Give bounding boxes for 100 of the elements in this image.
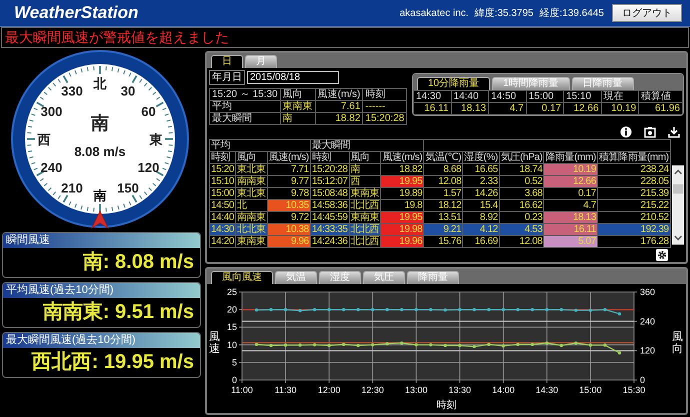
data-point (414, 343, 418, 346)
table-cell: 4.53 (499, 224, 544, 236)
column-header: 14:30 (414, 90, 452, 102)
table-row[interactable]: 15:00 東北東 9.78 15:08:48 東南東 19.89 1.57 14.26 3.68 0.17 215.39 (210, 188, 670, 200)
axis-label: 13:00 (404, 385, 428, 395)
axis-label: 15 (226, 322, 237, 332)
table-row[interactable]: 15:20 東北東 7.71 15:20:28 南 18.82 8.68 16.65 18.74 10.19 238.24 (210, 164, 670, 176)
data-point (386, 308, 389, 312)
data-point (560, 308, 563, 312)
table-cell: 2.33 (462, 176, 500, 188)
column-header: 時刻 (310, 152, 350, 164)
table-cell: 平均 (210, 100, 280, 112)
column-header: 時刻 (362, 88, 407, 100)
dial-label: 60 (141, 104, 156, 119)
dial-label: 南 (94, 188, 106, 203)
column-header: 時刻 (210, 152, 236, 164)
axis-title: 風速 (209, 330, 220, 356)
axis-label: 11:00 (231, 385, 253, 395)
table-cell: 15:20 (210, 164, 236, 176)
axis-label: 10 (226, 340, 237, 350)
table-cell: 0.17 (544, 188, 598, 200)
date-field[interactable]: 2015/08/18 (247, 71, 339, 84)
data-point (444, 344, 447, 348)
table-cell: 東南東 (280, 100, 316, 112)
table-cell: 19.95 (380, 176, 424, 188)
table-row[interactable]: 14:50 北 10.35 14:58:36 北北西 19.8 18.12 15.4 16.62 4.7 215.22 (210, 200, 670, 212)
data-point (400, 341, 404, 345)
period-tab[interactable]: 日 (211, 55, 243, 68)
table-cell: 16.11 (544, 224, 598, 236)
wind-direction: 南 (91, 113, 109, 133)
settings-icon[interactable] (656, 249, 668, 261)
data-point (574, 308, 578, 312)
column-header: 15:10 (564, 90, 602, 102)
table-row[interactable]: 14:20 東南東 9.96 14:24:36 北北西 19.96 15.76 16.69 12.08 5.07 176.28 (210, 236, 670, 248)
column-header: 湿度(%) (462, 152, 500, 164)
column-header: 積算値 (638, 90, 682, 102)
column-header: 15:20 ～ 15:30 (210, 88, 280, 100)
logout-button[interactable]: ログアウト (612, 4, 682, 22)
axis-label: 25 (226, 287, 237, 297)
scrollbar[interactable] (672, 163, 684, 247)
table-cell: 16.69 (462, 236, 500, 248)
camera-icon[interactable] (644, 126, 656, 138)
table-cell: 18.82 (315, 112, 363, 124)
table-cell: 東北東 (236, 164, 268, 176)
column-header: 15:00 (526, 90, 564, 102)
data-point (371, 308, 374, 312)
data-point (429, 308, 432, 312)
column-group-header: 最大瞬間 (310, 140, 424, 152)
data-point (530, 342, 534, 346)
table-cell: 0.17 (526, 102, 564, 114)
table-cell: 18.13 (544, 212, 598, 224)
axis-label: 12:00 (318, 385, 340, 395)
data-point (588, 344, 592, 347)
table-cell: 16.65 (462, 164, 500, 176)
data-point (603, 308, 607, 312)
dial-label: 240 (40, 160, 62, 175)
longitude-text: 経度:139.6445 (540, 6, 604, 20)
axis-label: 240 (640, 316, 656, 326)
data-point (516, 342, 520, 346)
table-cell: 南 (349, 164, 381, 176)
table-cell: 14:30 (210, 224, 236, 236)
chart-tab[interactable]: 風向風速 (211, 271, 273, 284)
app-title: WeatherStation (14, 3, 138, 23)
info-icon[interactable] (620, 126, 632, 138)
table-cell: 東南東 (349, 188, 381, 200)
table-cell: 7.71 (267, 164, 310, 176)
dial-label: 300 (40, 104, 62, 119)
data-point (400, 308, 404, 312)
table-cell: 228.05 (597, 176, 670, 188)
column-header: 風速(m/s) (267, 152, 310, 164)
table-cell: 15:20:28 (310, 164, 350, 176)
table-cell: 176.28 (597, 236, 670, 248)
table-cell: ------ (362, 100, 407, 112)
axis-label: 11:30 (274, 385, 296, 395)
axis-label: 0 (640, 375, 646, 385)
table-cell: 15:10 (210, 176, 236, 188)
axis-label: 15:00 (579, 385, 602, 395)
data-point (545, 341, 548, 345)
download-icon[interactable] (668, 126, 680, 138)
data-point (516, 308, 520, 312)
table-cell: 19.96 (380, 236, 424, 248)
table-cell: 14.26 (462, 188, 500, 200)
table-cell: 15.76 (424, 236, 463, 248)
table-cell: 215.22 (597, 200, 670, 212)
table-cell: 12.08 (499, 236, 544, 248)
dial-label: 30 (120, 84, 136, 98)
column-header: 風向 (236, 152, 268, 164)
data-point (313, 343, 316, 346)
table-row[interactable]: 15:10 南南東 9.77 15:12:07 西 19.95 12.08 2.33 0.52 12.66 228.05 (210, 176, 670, 188)
column-group-header: 平均 (210, 140, 310, 152)
table-cell: 18.13 (451, 102, 489, 114)
data-point (342, 308, 346, 312)
table-row[interactable]: 14:30 北北東 10.38 14:33:35 北北西 19.98 9.21 4.12 4.53 16.11 192.39 (210, 224, 670, 236)
table-cell: 北北西 (349, 224, 381, 236)
dial-label: 330 (61, 84, 83, 98)
data-point (254, 342, 258, 346)
column-header: 14:40 (451, 90, 489, 102)
data-point (429, 343, 432, 346)
data-point (269, 344, 273, 348)
rain-tab[interactable]: 10分降雨量 (417, 77, 490, 90)
